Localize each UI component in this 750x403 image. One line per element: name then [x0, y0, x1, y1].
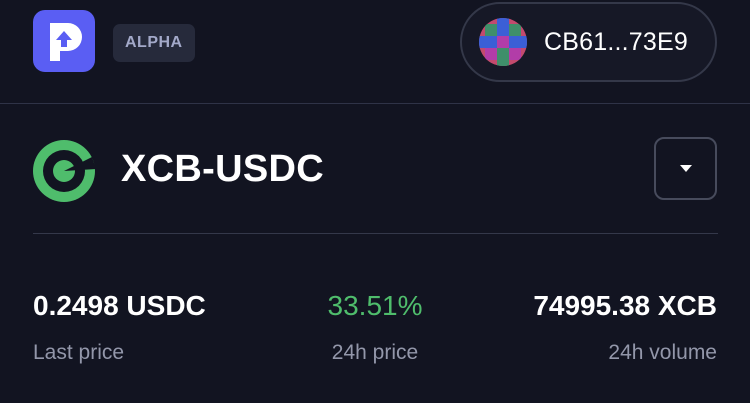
24h-volume-value: 74995.38 XCB	[533, 290, 717, 321]
wallet-button[interactable]: CB61...73E9	[460, 2, 717, 82]
24h-price-change-value: 33.51%	[327, 290, 423, 321]
stat-24h-volume: 74995.38 XCB 24h volume	[533, 290, 717, 365]
last-price-value: 0.2498 USDC	[33, 290, 206, 321]
divider	[33, 233, 718, 234]
pair-dropdown-button[interactable]	[654, 137, 717, 200]
top-bar: ALPHA CB61...73E9	[0, 0, 750, 104]
24h-volume-label: 24h volume	[608, 341, 717, 364]
last-price-label: Last price	[33, 341, 125, 364]
alpha-badge: ALPHA	[113, 24, 195, 62]
caret-down-icon	[679, 160, 693, 178]
24h-price-label: 24h price	[331, 341, 419, 364]
pair-name: XCB-USDC	[121, 148, 324, 190]
app-logo-icon[interactable]	[33, 10, 95, 72]
stat-24h-price: 33.51% 24h price	[295, 290, 455, 365]
stat-last-price: 0.2498 USDC Last price	[33, 290, 206, 365]
pair-selector-row: XCB-USDC	[0, 104, 750, 234]
wallet-avatar-icon	[479, 18, 527, 66]
wallet-address: CB61...73E9	[544, 27, 688, 56]
token-icon	[32, 139, 96, 203]
